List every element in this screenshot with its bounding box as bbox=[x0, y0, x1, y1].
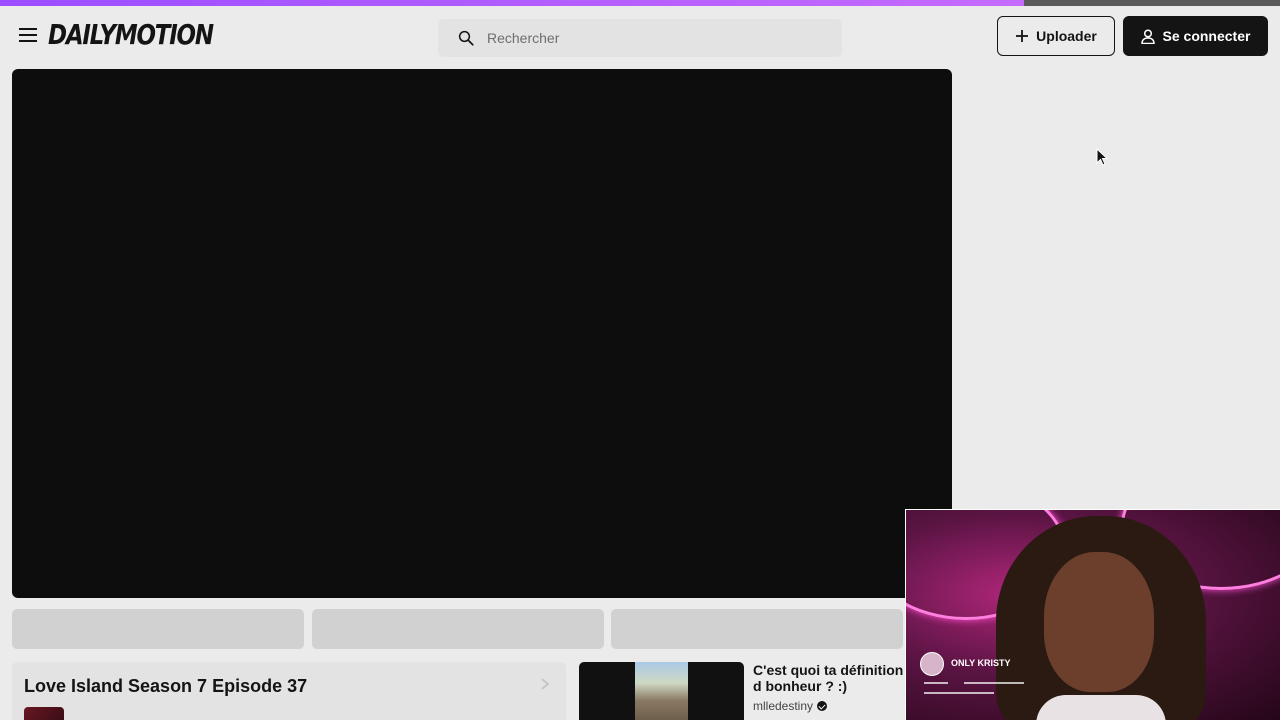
playlist-thumbnail[interactable] bbox=[24, 707, 64, 720]
loading-skeleton bbox=[12, 609, 304, 649]
streamer-shirt bbox=[1036, 695, 1166, 720]
webcam-overlay: ONLY KRISTY bbox=[905, 509, 1280, 720]
top-header: DAILYMOTION Uploader Se connecter bbox=[0, 6, 1280, 64]
login-button[interactable]: Se connecter bbox=[1123, 16, 1268, 56]
hamburger-menu-icon[interactable] bbox=[16, 24, 40, 48]
chevron-right-icon[interactable] bbox=[538, 674, 552, 694]
upload-button[interactable]: Uploader bbox=[997, 16, 1115, 56]
loading-skeleton bbox=[611, 609, 903, 649]
playlist-title[interactable]: Love Island Season 7 Episode 37 bbox=[24, 676, 307, 697]
plus-icon bbox=[1016, 30, 1029, 42]
mouse-cursor-icon bbox=[1096, 148, 1108, 166]
streamer-face bbox=[1044, 552, 1154, 692]
search-input[interactable] bbox=[487, 30, 817, 46]
search-icon[interactable] bbox=[457, 29, 475, 47]
streamer-avatar bbox=[920, 652, 944, 676]
playlist-card[interactable]: Love Island Season 7 Episode 37 bbox=[12, 662, 566, 720]
upload-button-label: Uploader bbox=[1036, 28, 1097, 44]
login-button-label: Se connecter bbox=[1162, 28, 1251, 44]
channel-name[interactable]: mlledestiny bbox=[753, 699, 813, 713]
user-icon bbox=[1140, 28, 1155, 44]
recommended-video-card[interactable]: C'est quoi ta définition d bonheur ? :) … bbox=[579, 662, 909, 720]
streamer-name: ONLY KRISTY bbox=[951, 658, 1011, 668]
video-thumbnail[interactable] bbox=[579, 662, 744, 720]
video-player[interactable] bbox=[12, 69, 952, 598]
dailymotion-logo[interactable]: DAILYMOTION bbox=[48, 18, 214, 51]
streamer-badge: ONLY KRISTY bbox=[920, 652, 1030, 702]
loading-skeleton bbox=[312, 609, 604, 649]
video-channel[interactable]: mlledestiny bbox=[753, 699, 828, 713]
verified-badge-icon bbox=[817, 701, 828, 711]
video-title[interactable]: C'est quoi ta définition d bonheur ? :) bbox=[753, 662, 909, 694]
search-bar[interactable] bbox=[438, 19, 842, 57]
